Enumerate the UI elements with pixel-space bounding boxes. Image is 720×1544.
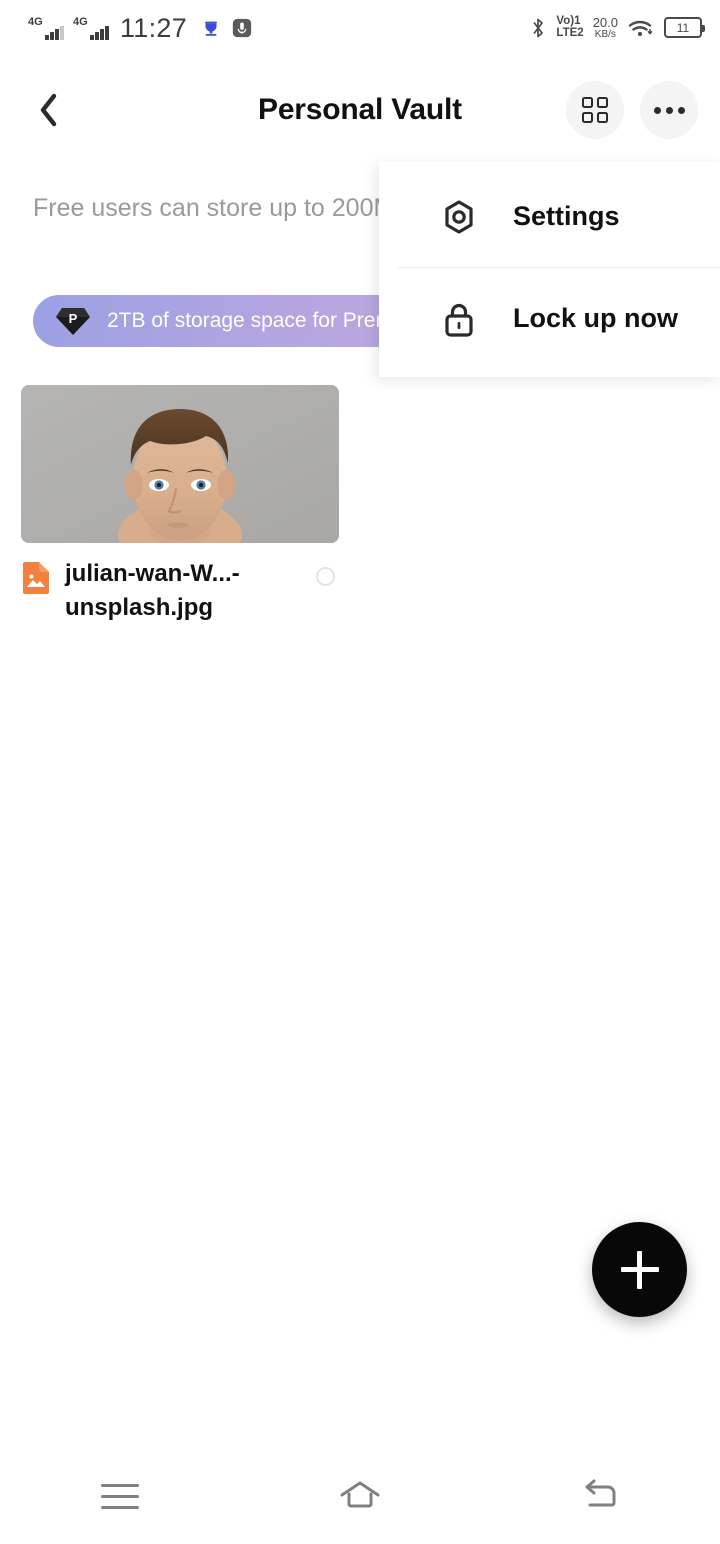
battery-indicator: 11 <box>664 17 705 39</box>
volte-line-2: LTE2 <box>556 26 584 39</box>
overflow-dropdown-menu: Settings Lock up now <box>379 162 720 377</box>
network-type-label-sim2: 4G <box>73 16 88 28</box>
portrait-photo-thumbnail <box>21 385 339 543</box>
bluetooth-icon <box>533 18 544 38</box>
home-icon <box>340 1481 380 1508</box>
premium-diamond-icon: P <box>56 308 90 335</box>
menu-item-lock-up-now-label: Lock up now <box>513 303 678 333</box>
file-name-label: julian-wan-W...-unsplash.jpg <box>65 560 240 622</box>
status-bar-clock: 11:27 <box>120 12 188 43</box>
add-file-fab[interactable] <box>592 1222 687 1317</box>
android-navigation-bar <box>0 1448 720 1544</box>
nav-back-button[interactable] <box>545 1461 655 1531</box>
menu-item-settings-label: Settings <box>513 201 620 231</box>
grid-view-icon <box>582 97 608 123</box>
menu-item-lock-up-now[interactable]: Lock up now <box>379 268 720 369</box>
padlock-icon <box>445 303 473 337</box>
header-actions <box>566 81 698 139</box>
status-bar-right: Vo)1 LTE2 20.0 KB/s 11 <box>529 16 705 40</box>
data-speed-unit: KB/s <box>594 28 616 40</box>
app-notification-icon <box>205 21 218 36</box>
recents-menu-icon <box>101 1483 139 1509</box>
app-header: Personal Vault <box>0 70 720 150</box>
nav-recents-button[interactable] <box>65 1461 175 1531</box>
network-type-label-sim1: 4G <box>28 16 43 28</box>
status-bar: 4G 4G 11:27 Vo)1 LTE2 20.0 KB/s 11 <box>0 0 720 56</box>
data-speed-value: 20.0 <box>592 14 618 30</box>
nav-home-button[interactable] <box>305 1461 415 1531</box>
status-bar-left: 4G 4G 11:27 <box>28 12 253 43</box>
grid-view-button[interactable] <box>566 81 624 139</box>
wifi-icon <box>628 20 653 37</box>
file-select-checkbox[interactable] <box>316 567 335 586</box>
file-meta-row: julian-wan-W...-unsplash.jpg <box>21 557 339 625</box>
microphone-icon <box>232 18 252 38</box>
file-thumbnail[interactable] <box>21 385 339 543</box>
settings-gear-icon <box>445 199 473 234</box>
plus-icon-vertical <box>637 1250 642 1289</box>
data-speed-indicator: 20.0 KB/s <box>593 16 618 40</box>
back-arrow-icon <box>585 1479 616 1507</box>
svg-text:P: P <box>69 311 78 326</box>
more-options-icon <box>653 106 685 114</box>
image-file-icon <box>23 562 49 594</box>
volte-indicator: Vo)1 LTE2 <box>556 16 583 39</box>
file-grid-item: julian-wan-W...-unsplash.jpg <box>21 385 339 625</box>
more-options-button[interactable] <box>640 81 698 139</box>
menu-item-settings[interactable]: Settings <box>379 166 720 267</box>
battery-level-label: 11 <box>676 20 690 35</box>
signal-strength-sim1-icon: 4G <box>28 16 64 40</box>
signal-strength-sim2-icon: 4G <box>73 16 109 40</box>
